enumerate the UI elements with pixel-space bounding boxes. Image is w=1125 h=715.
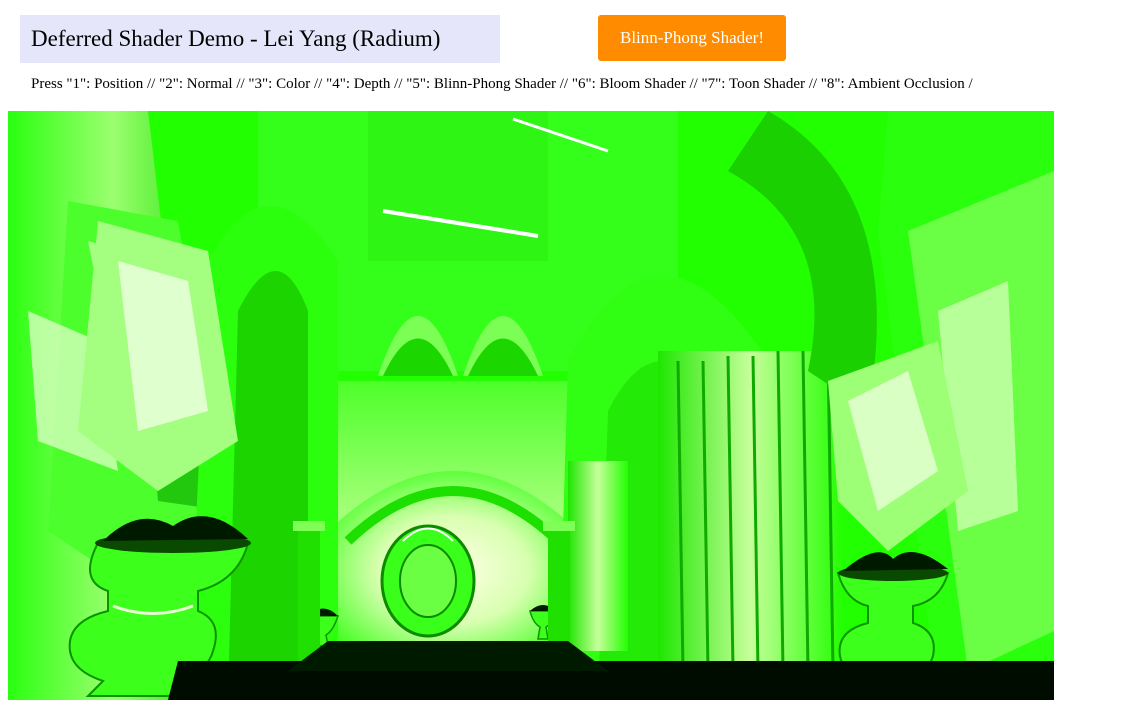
key-instructions: Press "1": Position // "2": Normal // "3… <box>31 76 973 92</box>
shader-mode-button-label: Blinn-Phong Shader! <box>619 28 765 47</box>
render-canvas[interactable] <box>8 111 1054 700</box>
shader-mode-button[interactable]: Blinn-Phong Shader! <box>598 15 786 61</box>
page-title: Deferred Shader Demo - Lei Yang (Radium) <box>31 26 441 51</box>
title-box: Deferred Shader Demo - Lei Yang (Radium) <box>20 15 500 63</box>
rendered-scene <box>8 111 1054 700</box>
page: Deferred Shader Demo - Lei Yang (Radium)… <box>0 0 1125 715</box>
